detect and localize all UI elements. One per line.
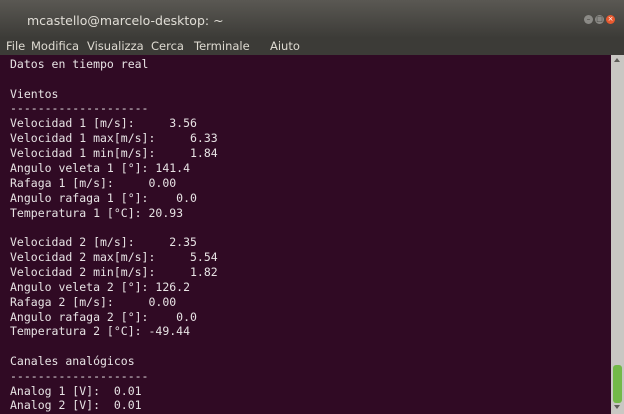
- menu-bar: File Modifica Visualizza Cerca Terminale…: [0, 38, 624, 55]
- scroll-down-arrow-icon[interactable]: [614, 405, 620, 409]
- vertical-scrollbar[interactable]: [611, 55, 624, 414]
- menu-terminale[interactable]: Terminale: [194, 39, 250, 53]
- terminal-line: --------------------: [10, 369, 149, 383]
- maximize-button[interactable]: □: [595, 15, 604, 24]
- terminal-line: Vientos: [10, 87, 59, 101]
- terminal-line: Rafaga 1 [m/s]: 0.00: [10, 176, 177, 190]
- menu-cerca[interactable]: Cerca: [151, 39, 184, 53]
- title-bar[interactable]: mcastello@marcelo-desktop: ~ – □ ×: [0, 0, 624, 38]
- terminal-line: Velocidad 1 [m/s]: 3.56: [10, 116, 197, 130]
- terminal-line: Angulo veleta 2 [°]: 126.2: [10, 280, 191, 294]
- terminal-line: Velocidad 2 min[m/s]: 1.82: [10, 265, 218, 279]
- terminal-line: Temperatura 1 [°C]: 20.93: [10, 206, 184, 220]
- terminal-line: Angulo rafaga 1 [°]: 0.0: [10, 191, 197, 205]
- terminal-line: Velocidad 1 max[m/s]: 6.33: [10, 131, 218, 145]
- scroll-thumb[interactable]: [613, 365, 622, 403]
- terminal-output[interactable]: Datos en tiempo real Vientos -----------…: [0, 55, 611, 414]
- minimize-button[interactable]: –: [584, 15, 593, 24]
- menu-file[interactable]: File: [6, 39, 25, 53]
- terminal-line: --------------------: [10, 101, 149, 115]
- menu-visualizza[interactable]: Visualizza: [87, 39, 144, 53]
- terminal-line: Datos en tiempo real: [10, 57, 149, 71]
- close-button[interactable]: ×: [606, 15, 615, 24]
- terminal-line: Velocidad 2 max[m/s]: 5.54: [10, 250, 218, 264]
- terminal-window: mcastello@marcelo-desktop: ~ – □ × File …: [0, 0, 624, 414]
- terminal-line: Analog 2 [V]: 0.01: [10, 398, 142, 412]
- terminal-line: Velocidad 2 [m/s]: 2.35: [10, 235, 197, 249]
- terminal-line: Canales analógicos: [10, 354, 135, 368]
- menu-modifica[interactable]: Modifica: [31, 39, 79, 53]
- terminal-line: Angulo veleta 1 [°]: 141.4: [10, 161, 191, 175]
- terminal-line: Analog 1 [V]: 0.01: [10, 384, 142, 398]
- scroll-up-arrow-icon[interactable]: [614, 58, 620, 62]
- terminal-line: Rafaga 2 [m/s]: 0.00: [10, 295, 177, 309]
- terminal-line: Velocidad 1 min[m/s]: 1.84: [10, 146, 218, 160]
- terminal-line: Angulo rafaga 2 [°]: 0.0: [10, 310, 197, 324]
- window-title: mcastello@marcelo-desktop: ~: [27, 13, 224, 28]
- terminal-line: Temperatura 2 [°C]: -49.44: [10, 324, 191, 338]
- menu-aiuto[interactable]: Aiuto: [270, 39, 300, 53]
